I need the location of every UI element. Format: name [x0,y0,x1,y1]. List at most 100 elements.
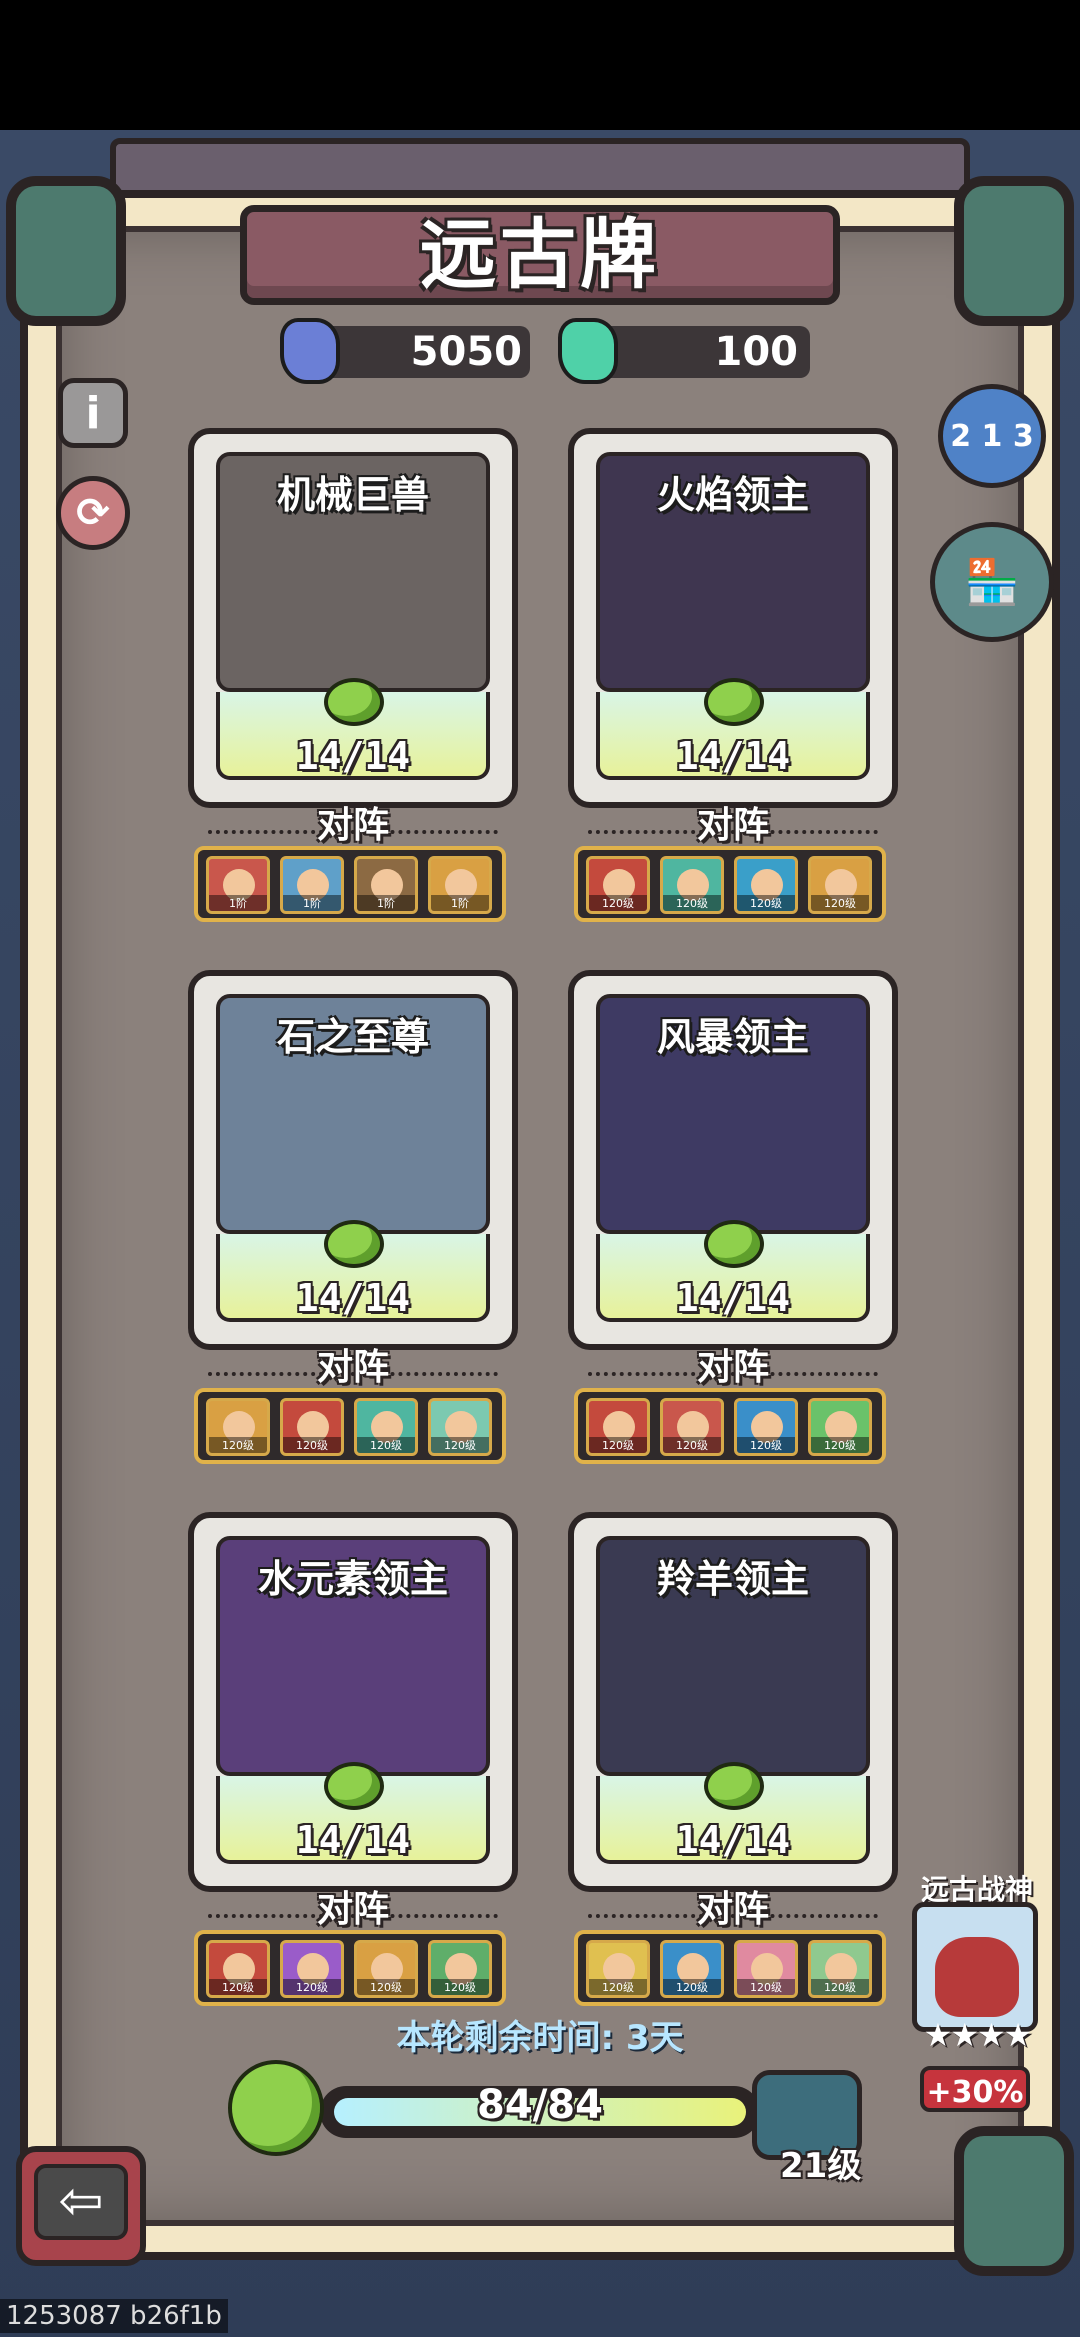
hero-avatar[interactable]: 120级 [206,1940,270,1998]
lineup-row[interactable]: 120级 120级 120级 120级 [194,1930,506,2006]
lineup-row[interactable]: 1阶 1阶 1阶 1阶 [194,846,506,922]
progress-text: 84/84 [477,2082,603,2128]
lineup-label: 对阵 [696,1889,769,1930]
boss-card[interactable]: 机械巨兽 14/14 [188,428,518,808]
ancient-god-portrait[interactable] [912,1902,1038,2032]
boss-name: 风暴领主 [656,1015,809,1059]
hero-level: 1阶 [209,895,267,911]
lineup-row[interactable]: 120级 120级 120级 120级 [574,846,886,922]
hero-level: 120级 [283,1437,341,1453]
hero-avatar[interactable]: 120级 [586,856,650,914]
hero-avatar[interactable]: 120级 [428,1940,492,1998]
hero-avatar[interactable]: 1阶 [280,856,344,914]
lineup-label: 对阵 [316,1347,389,1388]
bean-icon [324,1220,384,1268]
boss-card[interactable]: 石之至尊 14/14 [188,970,518,1350]
podium-icon: 2 1 3 [950,418,1034,454]
hero-avatar[interactable]: 120级 [660,856,724,914]
hero-avatar[interactable]: 120级 [734,1398,798,1456]
lineup-label: 对阵 [316,1889,389,1930]
lineup-row[interactable]: 120级 120级 120级 120级 [194,1388,506,1464]
hero-avatar[interactable]: 120级 [660,1398,724,1456]
level-text: 21级 [780,2146,862,2186]
hero-level: 120级 [737,1437,795,1453]
hero-avatar[interactable]: 120级 [206,1398,270,1456]
hero-level: 120级 [663,1979,721,1995]
boss-card[interactable]: 羚羊领主 14/14 [568,1512,898,1892]
hero-avatar[interactable]: 120级 [808,856,872,914]
refresh-button[interactable]: ⟳ [56,476,130,550]
shop-button[interactable]: 🏪 [930,522,1054,642]
hero-level: 120级 [811,1979,869,1995]
bean-icon [324,1762,384,1810]
boss-card[interactable]: 火焰领主 14/14 [568,428,898,808]
hero-avatar[interactable]: 120级 [280,1940,344,1998]
bull-warrior-icon [935,1937,1019,2017]
hero-avatar[interactable]: 1阶 [354,856,418,914]
lineup-label: 对阵 [316,805,389,846]
boss-card[interactable]: 水元素领主 14/14 [188,1512,518,1892]
hero-level: 120级 [737,895,795,911]
hero-avatar[interactable]: 120级 [428,1398,492,1456]
round-timer: 本轮剩余时间: 3天 [396,2018,684,2058]
lineup-label: 对阵 [696,805,769,846]
hero-level: 120级 [589,1979,647,1995]
ranking-button[interactable]: 2 1 3 [938,384,1046,488]
corner-ornament-top-left [6,176,126,326]
hero-avatar[interactable]: 1阶 [206,856,270,914]
hero-avatar[interactable]: 120级 [734,1940,798,1998]
hero-level: 120级 [431,1437,489,1453]
boss-count: 14/14 [295,734,411,778]
hero-level: 120级 [431,1979,489,1995]
bean-icon [324,678,384,726]
info-button[interactable]: i [58,378,128,448]
lineup-row[interactable]: 120级 120级 120级 120级 [574,1388,886,1464]
hero-level: 120级 [811,1437,869,1453]
hero-level: 120级 [589,895,647,911]
hero-avatar[interactable]: 120级 [734,856,798,914]
hero-avatar[interactable]: 1阶 [428,856,492,914]
boss-name: 羚羊领主 [656,1557,809,1601]
hero-level: 1阶 [357,895,415,911]
hero-level: 120级 [209,1437,267,1453]
boss-count: 14/14 [295,1818,411,1862]
hero-level: 120级 [811,895,869,911]
hero-avatar[interactable]: 120级 [354,1398,418,1456]
hero-level: 120级 [663,895,721,911]
shop-icon: 🏪 [964,557,1020,608]
currency-blue-value: 5050 [410,329,522,375]
currency-green-value: 100 [714,329,799,375]
hero-avatar[interactable]: 120级 [280,1398,344,1456]
boss-name: 火焰领主 [656,473,809,517]
corner-ornament-bottom-right [954,2126,1074,2276]
corner-ornament-top-right [954,176,1074,326]
bean-icon [704,1220,764,1268]
boss-count: 14/14 [675,734,791,778]
bean-icon [704,1762,764,1810]
hero-level: 1阶 [431,895,489,911]
watermark: 1253087 b26f1b [0,2299,228,2333]
bean-icon [228,2060,324,2156]
hero-level: 120级 [663,1437,721,1453]
boss-count: 14/14 [675,1276,791,1320]
hero-avatar[interactable]: 120级 [354,1940,418,1998]
hero-avatar[interactable]: 120级 [808,1398,872,1456]
boss-card[interactable]: 风暴领主 14/14 [568,970,898,1350]
hero-avatar[interactable]: 120级 [586,1398,650,1456]
boss-name: 机械巨兽 [276,473,429,517]
hero-avatar[interactable]: 120级 [660,1940,724,1998]
lineup-label: 对阵 [696,1347,769,1388]
hero-avatar[interactable]: 120级 [808,1940,872,1998]
boss-count: 14/14 [675,1818,791,1862]
ancient-god-bonus: +30% [920,2066,1030,2112]
hero-level: 120级 [589,1437,647,1453]
lineup-row[interactable]: 120级 120级 120级 120级 [574,1930,886,2006]
bean-icon [704,678,764,726]
boss-name: 水元素领主 [257,1557,448,1601]
hero-level: 120级 [737,1979,795,1995]
hero-level: 120级 [357,1437,415,1453]
hero-level: 120级 [209,1979,267,1995]
hero-avatar[interactable]: 120级 [586,1940,650,1998]
refresh-icon: ⟳ [76,490,110,536]
back-arrow-icon[interactable]: ⇦ [34,2164,128,2240]
